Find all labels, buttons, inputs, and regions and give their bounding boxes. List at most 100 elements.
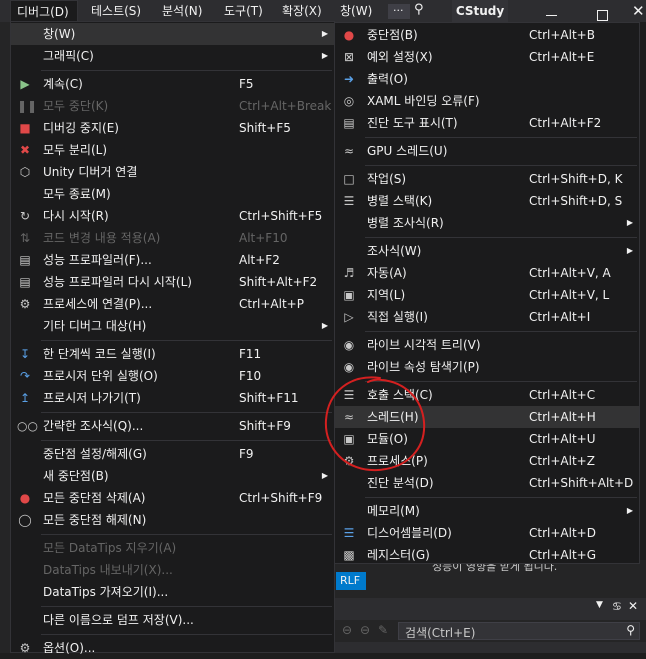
toolbar-icon-1[interactable]: ⊖ — [342, 623, 352, 637]
menu-item-label: 작업(S) — [367, 172, 407, 186]
menu-item-debug-6[interactable]: ✖ 모두 분리(L) — [11, 139, 334, 161]
dropdown-icon[interactable]: ▼ — [596, 600, 603, 610]
menu-item-shortcut: Ctrl+Alt+Z — [529, 454, 595, 468]
menu-separator — [41, 412, 332, 413]
menu-item-win-10[interactable]: 병렬 조사식(R) ▶ — [335, 212, 639, 234]
gpu-threads-icon: ≈ — [343, 144, 355, 158]
menu-item-debug-9[interactable]: ↻ 다시 시작(R) Ctrl+Shift+F5 — [11, 205, 334, 227]
menu-item-win-28[interactable]: ▩ 레지스터(G) Ctrl+Alt+G — [335, 544, 639, 566]
maximize-icon[interactable] — [597, 10, 608, 21]
close-icon[interactable]: ✕ — [632, 2, 645, 20]
menu-tools[interactable]: 도구(T) — [224, 0, 263, 22]
pin-icon[interactable]: ♋ — [612, 600, 622, 613]
menu-item-win-6[interactable]: ≈ GPU 스레드(U) — [335, 140, 639, 162]
search-icon[interactable]: ⚲ — [626, 623, 635, 637]
menu-item-label: 디스어셈블리(D) — [367, 526, 452, 540]
close-panel-icon[interactable]: ✕ — [628, 599, 638, 613]
menu-item-debug-11[interactable]: ▤ 성능 프로파일러(F)... Alt+F2 — [11, 249, 334, 271]
menu-item-label: 조사식(W) — [367, 244, 422, 258]
autos-icon: ♬ — [343, 266, 355, 280]
menu-item-label: 프로세스에 연결(P)... — [43, 297, 153, 311]
menu-item-label: 그래픽(C) — [43, 49, 94, 63]
menu-item-debug-3[interactable]: ▶ 계속(C) F5 — [11, 73, 334, 95]
menu-item-shortcut: Ctrl+Shift+F9 — [239, 491, 323, 505]
submenu-arrow-icon: ▶ — [321, 29, 328, 38]
menu-item-win-14[interactable]: ▣ 지역(L) Ctrl+Alt+V, L — [335, 284, 639, 306]
menu-separator — [41, 340, 332, 341]
menu-item-shortcut: Ctrl+Alt+F2 — [529, 116, 602, 130]
menu-item-debug-13[interactable]: ⚙ 프로세스에 연결(P)... Ctrl+Alt+P — [11, 293, 334, 315]
minimize-icon[interactable] — [546, 15, 557, 16]
menu-item-debug-8[interactable]: 모두 종료(M) — [11, 183, 334, 205]
menu-test[interactable]: 테스트(S) — [91, 0, 141, 22]
menu-item-debug-7[interactable]: ⬡ Unity 디버거 연결 — [11, 161, 334, 183]
disable-breakpoints-icon: ◯ — [18, 513, 32, 527]
search-icon[interactable]: ⚲ — [414, 2, 424, 17]
search-input-placeholder: 검색(Ctrl+E) — [405, 626, 476, 640]
menu-item-debug-0[interactable]: 창(W) ▶ — [11, 23, 334, 45]
menu-item-win-2[interactable]: ➜ 출력(O) — [335, 68, 639, 90]
menu-item-win-17[interactable]: ◉ 라이브 시각적 트리(V) — [335, 334, 639, 356]
menu-extensions[interactable]: 확장(X) — [282, 0, 322, 22]
profiler-restart-icon: ▤ — [19, 275, 31, 289]
menu-item-label: 간략한 조사식(Q)... — [43, 419, 144, 433]
menu-item-win-27[interactable]: ☰ 디스어셈블리(D) Ctrl+Alt+D — [335, 522, 639, 544]
menu-item-debug-16[interactable]: ↧ 한 단계씩 코드 실행(I) F11 — [11, 343, 334, 365]
menu-item-win-1[interactable]: ⊠ 예외 설정(X) Ctrl+Alt+E — [335, 46, 639, 68]
menu-item-win-3[interactable]: ◎ XAML 바인딩 오류(F) — [335, 90, 639, 112]
menu-item-shortcut: F9 — [239, 447, 254, 461]
menu-item-win-8[interactable]: □ 작업(S) Ctrl+Shift+D, K — [335, 168, 639, 190]
menu-item-shortcut: Shift+F11 — [239, 391, 299, 405]
menu-item-debug-18[interactable]: ↥ 프로시저 나가기(T) Shift+F11 — [11, 387, 334, 409]
search-ellipsis[interactable]: ... — [388, 1, 410, 19]
delete-breakpoints-icon: ● — [19, 491, 31, 505]
menu-item-win-0[interactable]: ● 중단점(B) Ctrl+Alt+B — [335, 24, 639, 46]
menu-analyze[interactable]: 분석(N) — [162, 0, 202, 22]
menu-item-label: 중단점 설정/해제(G) — [43, 447, 147, 461]
menu-item-label: 새 중단점(B) — [43, 469, 109, 483]
menu-item-debug-24[interactable]: ● 모든 중단점 삭제(A) Ctrl+Shift+F9 — [11, 487, 334, 509]
menu-item-label: 다른 이름으로 덤프 저장(V)... — [43, 613, 194, 627]
menu-item-debug-12[interactable]: ▤ 성능 프로파일러 다시 시작(L) Shift+Alt+F2 — [11, 271, 334, 293]
xaml-binding-icon: ◎ — [343, 94, 355, 108]
menu-window[interactable]: 창(W) — [340, 0, 372, 22]
toolbar-icon-2[interactable]: ⊖ — [360, 623, 370, 637]
menu-item-debug-20[interactable]: ○○ 간략한 조사식(Q)... Shift+F9 — [11, 415, 334, 437]
pause-icon: ❚❚ — [17, 99, 38, 113]
solution-title: CStudy — [452, 0, 508, 22]
menu-item-shortcut: F10 — [239, 369, 262, 383]
menu-debug[interactable]: 디버그(D) — [10, 0, 78, 22]
menu-separator — [365, 237, 637, 238]
camera-icon: ◉ — [343, 338, 355, 352]
menu-item-shortcut: Shift+F9 — [239, 419, 291, 433]
menu-item-win-15[interactable]: ▷ 직접 실행(I) Ctrl+Alt+I — [335, 306, 639, 328]
menu-item-win-9[interactable]: ☰ 병렬 스택(K) Ctrl+Shift+D, S — [335, 190, 639, 212]
menu-item-label: 디버깅 중지(E) — [43, 121, 119, 135]
submenu-arrow-icon: ▶ — [321, 51, 328, 60]
menu-item-label: 계속(C) — [43, 77, 83, 91]
menu-item-debug-31[interactable]: 다른 이름으로 덤프 저장(V)... — [11, 609, 334, 631]
menu-item-win-4[interactable]: ▤ 진단 도구 표시(T) Ctrl+Alt+F2 — [335, 112, 639, 134]
menu-item-shortcut: F11 — [239, 347, 262, 361]
tool-window-toolbar: ⊖ ⊖ ✎ 검색(Ctrl+E) ⚲ — [334, 620, 646, 642]
menu-item-debug-33[interactable]: ⚙ 옵션(O)... — [11, 637, 334, 659]
menu-item-debug-1[interactable]: 그래픽(C) ▶ — [11, 45, 334, 67]
search-input[interactable]: 검색(Ctrl+E) ⚲ — [398, 622, 640, 640]
menu-item-win-26[interactable]: 메모리(M) ▶ — [335, 500, 639, 522]
menu-item-debug-23[interactable]: 새 중단점(B) ▶ — [11, 465, 334, 487]
menu-item-debug-5[interactable]: ■ 디버깅 중지(E) Shift+F5 — [11, 117, 334, 139]
menu-item-win-12[interactable]: 조사식(W) ▶ — [335, 240, 639, 262]
menu-item-shortcut: Ctrl+Shift+D, S — [529, 194, 623, 208]
menu-item-debug-22[interactable]: 중단점 설정/해제(G) F9 — [11, 443, 334, 465]
menu-item-win-13[interactable]: ♬ 자동(A) Ctrl+Alt+V, A — [335, 262, 639, 284]
toolbar-icon-3[interactable]: ✎ — [378, 623, 388, 637]
menu-item-debug-25[interactable]: ◯ 모든 중단점 해제(N) — [11, 509, 334, 531]
locals-icon: ▣ — [343, 288, 355, 302]
menu-item-label: 한 단계씩 코드 실행(I) — [43, 347, 156, 361]
exception-settings-icon: ⊠ — [343, 50, 355, 64]
menu-item-shortcut: Ctrl+Alt+I — [529, 310, 591, 324]
menu-item-debug-17[interactable]: ↷ 프로시저 단위 실행(O) F10 — [11, 365, 334, 387]
menu-item-debug-14[interactable]: 기타 디버그 대상(H) ▶ — [11, 315, 334, 337]
menu-item-label: 지역(L) — [367, 288, 406, 302]
menu-item-debug-29[interactable]: DataTips 가져오기(I)... — [11, 581, 334, 603]
